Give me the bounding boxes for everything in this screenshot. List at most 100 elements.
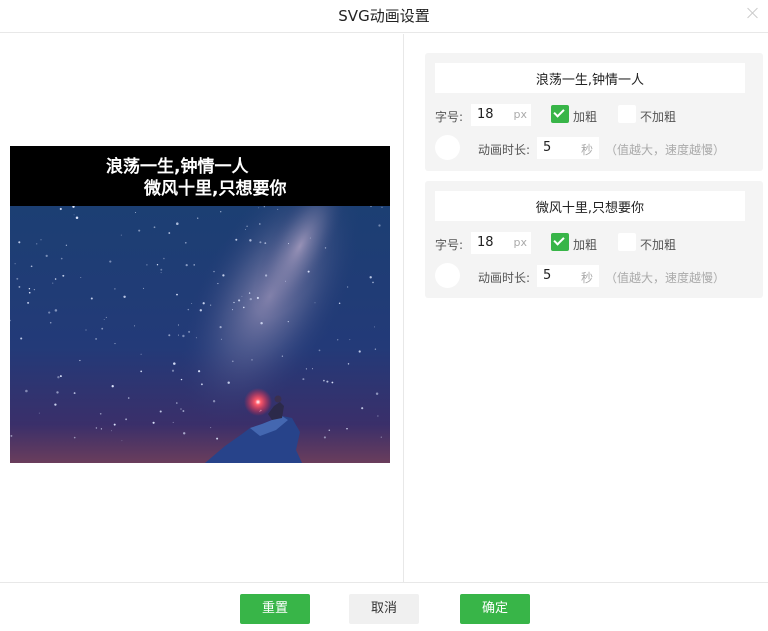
star [163, 257, 165, 260]
star [263, 206, 265, 208]
text-line-input[interactable] [435, 63, 745, 93]
star [378, 224, 381, 227]
reset-button[interactable]: 重置 [240, 594, 310, 624]
star [16, 277, 19, 280]
font-size-input[interactable]: 18 px [471, 232, 531, 254]
star [172, 421, 174, 423]
star [109, 260, 112, 263]
star [184, 241, 187, 244]
star [346, 428, 348, 430]
star [80, 276, 82, 278]
color-picker-circle[interactable] [435, 135, 460, 160]
star [152, 421, 155, 424]
star [121, 440, 123, 442]
star [65, 244, 68, 246]
star [264, 274, 268, 277]
star [38, 412, 40, 414]
star [314, 302, 316, 304]
duration-input[interactable]: 5 秒 [537, 137, 599, 159]
star [187, 308, 190, 311]
star [227, 381, 230, 384]
star [48, 311, 51, 314]
font-size-input[interactable]: 18 px [471, 104, 531, 126]
cancel-button[interactable]: 取消 [349, 594, 419, 624]
star [20, 337, 23, 340]
bold-checkbox[interactable] [551, 233, 569, 251]
star [14, 263, 16, 265]
star [173, 362, 176, 365]
star [111, 385, 114, 388]
star [103, 319, 105, 320]
star [40, 239, 42, 241]
star [73, 214, 75, 216]
color-picker-circle[interactable] [435, 263, 460, 288]
star [374, 348, 377, 350]
seconds-unit: 秒 [580, 143, 593, 157]
star [73, 436, 76, 439]
star [101, 327, 104, 330]
star [180, 408, 182, 410]
close-icon[interactable] [746, 6, 760, 20]
star [90, 297, 93, 300]
seconds-unit: 秒 [580, 271, 593, 285]
star [175, 402, 178, 404]
star [233, 301, 235, 304]
star [324, 247, 327, 249]
star [127, 397, 130, 399]
text-line-input[interactable] [435, 191, 745, 221]
star [25, 389, 28, 393]
star [213, 270, 215, 273]
star [123, 295, 126, 299]
star [249, 297, 252, 301]
star [177, 324, 179, 326]
bold-checkbox[interactable] [551, 105, 569, 123]
star [235, 238, 238, 241]
star [56, 391, 59, 394]
star [287, 243, 290, 245]
star [349, 339, 351, 341]
star [28, 287, 31, 290]
bold-label: 加粗 [573, 110, 598, 124]
confirm-button[interactable]: 确定 [460, 594, 530, 624]
star [177, 334, 179, 336]
star [285, 280, 286, 282]
star [193, 264, 195, 266]
no-bold-checkbox[interactable] [618, 233, 636, 251]
star [95, 427, 98, 429]
text-item-card: 字号: 18 px 加粗 不加粗 动画时长: 5 秒 （值越大，速度越慢） [425, 181, 763, 298]
duration-input[interactable]: 5 秒 [537, 265, 599, 287]
star [309, 237, 311, 239]
star [183, 432, 186, 435]
star [219, 326, 222, 329]
no-bold-checkbox[interactable] [618, 105, 636, 123]
star [95, 337, 98, 340]
star [135, 212, 137, 213]
no-bold-label: 不加粗 [640, 110, 677, 124]
star [75, 216, 79, 220]
star [54, 278, 57, 280]
check-icon [553, 234, 565, 246]
star [380, 436, 382, 438]
star [191, 302, 193, 304]
star [168, 334, 171, 337]
px-unit: px [513, 108, 528, 121]
star [110, 430, 112, 432]
star [79, 359, 81, 362]
star [369, 276, 372, 279]
star [114, 288, 116, 290]
star [27, 301, 30, 304]
settings-pane: 字号: 18 px 加粗 不加粗 动画时长: 5 秒 （值越大，速度越慢） 字号… [405, 34, 768, 582]
star [114, 343, 116, 345]
star [28, 291, 31, 294]
font-row: 字号: 18 px 加粗 不加粗 [435, 104, 753, 128]
star [49, 321, 52, 324]
preview-text-banner: 浪荡一生,钟情一人 微风十里,只想要你 [10, 146, 390, 206]
star [264, 242, 267, 244]
star [138, 229, 141, 232]
star [377, 415, 379, 417]
star [326, 380, 329, 383]
star [146, 264, 148, 266]
star [258, 223, 261, 225]
star [277, 208, 279, 210]
duration-row: 动画时长: 5 秒 （值越大，速度越慢） [435, 263, 753, 288]
